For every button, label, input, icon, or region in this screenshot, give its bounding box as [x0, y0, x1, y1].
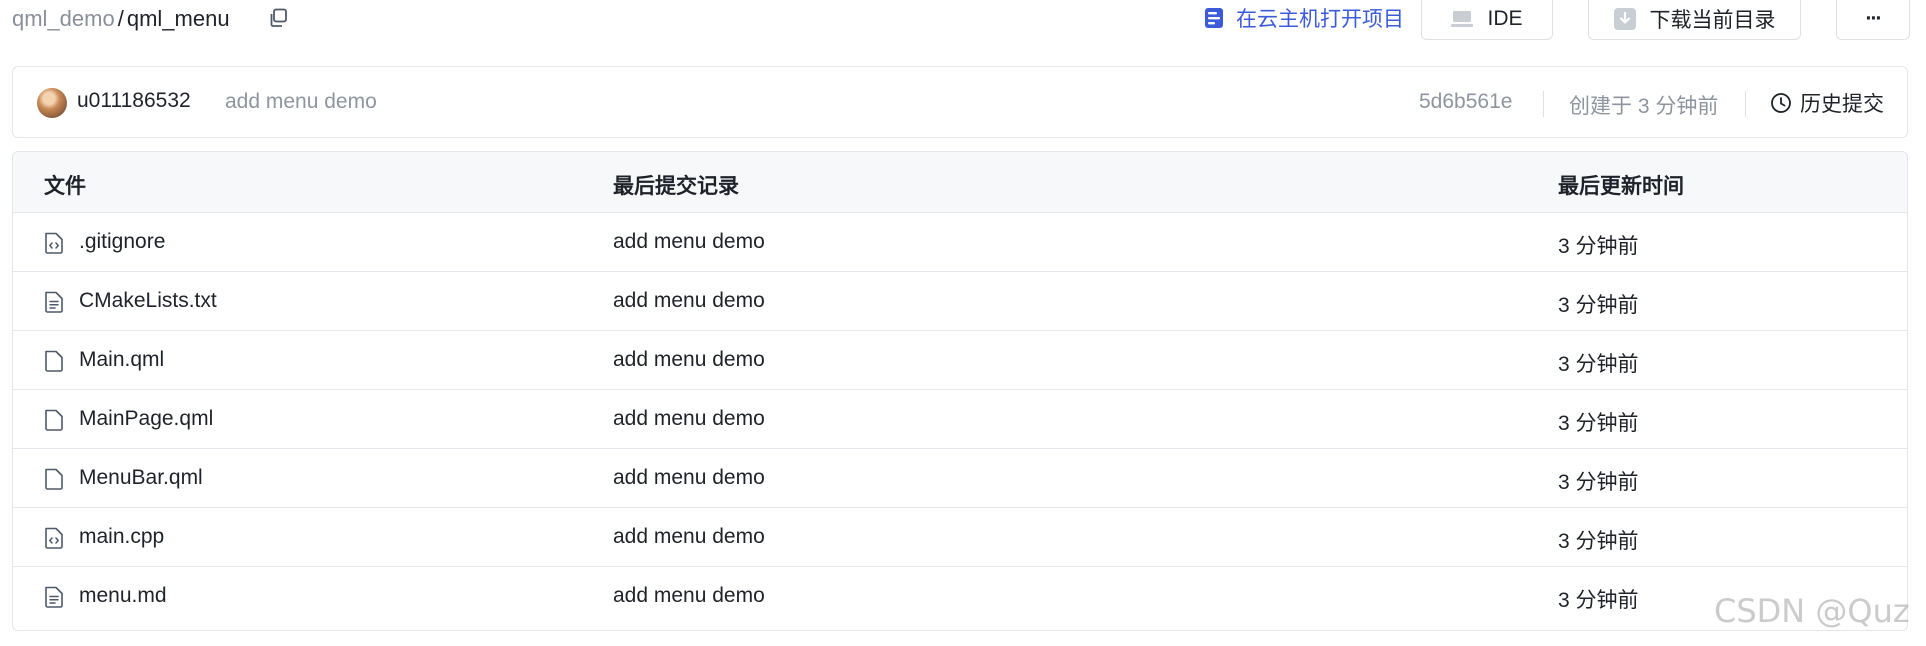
table-row[interactable]: MenuBar.qml add menu demo 3 分钟前	[13, 449, 1907, 508]
page: qml_demo / qml_menu 在云主机打开项目 IDE 下载当前目录 …	[0, 0, 1926, 646]
table-row[interactable]: menu.md add menu demo 3 分钟前	[13, 567, 1907, 626]
file-updated-time: 3 分钟前	[1558, 353, 1639, 376]
commit-message[interactable]: add menu demo	[225, 90, 377, 114]
code-file-icon	[45, 527, 63, 549]
file-commit-message[interactable]: add menu demo	[613, 584, 765, 608]
file-updated-time: 3 分钟前	[1558, 530, 1639, 553]
more-icon: ···	[1865, 6, 1883, 30]
file-commit-message[interactable]: add menu demo	[613, 230, 765, 254]
file-updated-time: 3 分钟前	[1558, 589, 1639, 612]
avatar[interactable]	[37, 88, 67, 118]
download-directory-label: 下载当前目录	[1649, 8, 1776, 32]
code-file-icon	[45, 232, 63, 254]
table-row[interactable]: Main.qml add menu demo 3 分钟前	[13, 331, 1907, 390]
file-commit-message[interactable]: add menu demo	[613, 348, 765, 372]
table-row[interactable]: .gitignore add menu demo 3 分钟前	[13, 213, 1907, 272]
file-updated-time: 3 分钟前	[1558, 471, 1639, 494]
ide-button-label: IDE	[1487, 6, 1523, 30]
latest-commit-bar: u011186532 add menu demo 5d6b561e 创建于 3 …	[12, 66, 1908, 138]
file-updated-time: 3 分钟前	[1558, 294, 1639, 317]
file-name[interactable]: .gitignore	[79, 230, 165, 254]
file-commit-message[interactable]: add menu demo	[613, 407, 765, 431]
ide-icon	[1451, 10, 1474, 27]
download-directory-button[interactable]: 下载当前目录	[1588, 0, 1801, 40]
file-name[interactable]: Main.qml	[79, 348, 164, 372]
breadcrumb: qml_demo / qml_menu	[12, 4, 230, 34]
top-bar: qml_demo / qml_menu 在云主机打开项目 IDE 下载当前目录 …	[0, 0, 1926, 42]
watermark: CSDN @Quz	[1714, 592, 1910, 630]
file-table: 文件 最后提交记录 最后更新时间 .gitignore add menu dem…	[12, 151, 1908, 631]
file-icon	[45, 468, 63, 490]
column-header-last-commit: 最后提交记录	[613, 175, 739, 198]
copy-icon	[270, 8, 287, 27]
commit-created-time: 创建于 3 分钟前	[1569, 95, 1719, 118]
text-file-icon	[45, 586, 63, 608]
file-updated-time: 3 分钟前	[1558, 235, 1639, 258]
column-header-file: 文件	[44, 175, 86, 198]
file-name[interactable]: menu.md	[79, 584, 167, 608]
copy-path-button[interactable]	[264, 4, 292, 32]
file-name[interactable]: MainPage.qml	[79, 407, 213, 431]
file-updated-time: 3 分钟前	[1558, 412, 1639, 435]
file-commit-message[interactable]: add menu demo	[613, 525, 765, 549]
column-header-last-update: 最后更新时间	[1558, 175, 1684, 198]
open-in-cloud-host-label: 在云主机打开项目	[1236, 8, 1404, 31]
download-icon	[1613, 7, 1636, 30]
breadcrumb-separator: /	[117, 6, 124, 31]
file-icon	[45, 350, 63, 372]
divider	[1745, 91, 1746, 117]
ide-button[interactable]: IDE	[1421, 0, 1553, 40]
file-icon	[45, 409, 63, 431]
more-options-button[interactable]: ···	[1836, 0, 1910, 40]
divider	[1543, 91, 1544, 117]
breadcrumb-repo-link[interactable]: qml_demo	[12, 6, 115, 32]
open-in-cloud-host-link[interactable]: 在云主机打开项目	[1204, 2, 1404, 34]
table-row[interactable]: main.cpp add menu demo 3 分钟前	[13, 508, 1907, 567]
cloud-host-icon	[1205, 8, 1223, 28]
clock-icon	[1771, 93, 1791, 113]
commit-history-link[interactable]: 历史提交	[1770, 88, 1884, 118]
file-name[interactable]: CMakeLists.txt	[79, 289, 217, 313]
text-file-icon	[45, 291, 63, 313]
commit-hash[interactable]: 5d6b561e	[1419, 90, 1512, 114]
file-commit-message[interactable]: add menu demo	[613, 289, 765, 313]
commit-history-label: 历史提交	[1800, 93, 1884, 116]
file-name[interactable]: main.cpp	[79, 525, 164, 549]
breadcrumb-current-folder: qml_menu	[126, 6, 230, 31]
file-commit-message[interactable]: add menu demo	[613, 466, 765, 490]
file-name[interactable]: MenuBar.qml	[79, 466, 203, 490]
table-row[interactable]: CMakeLists.txt add menu demo 3 分钟前	[13, 272, 1907, 331]
table-header: 文件 最后提交记录 最后更新时间	[13, 152, 1907, 213]
table-row[interactable]: MainPage.qml add menu demo 3 分钟前	[13, 390, 1907, 449]
commit-author[interactable]: u011186532	[77, 89, 191, 113]
